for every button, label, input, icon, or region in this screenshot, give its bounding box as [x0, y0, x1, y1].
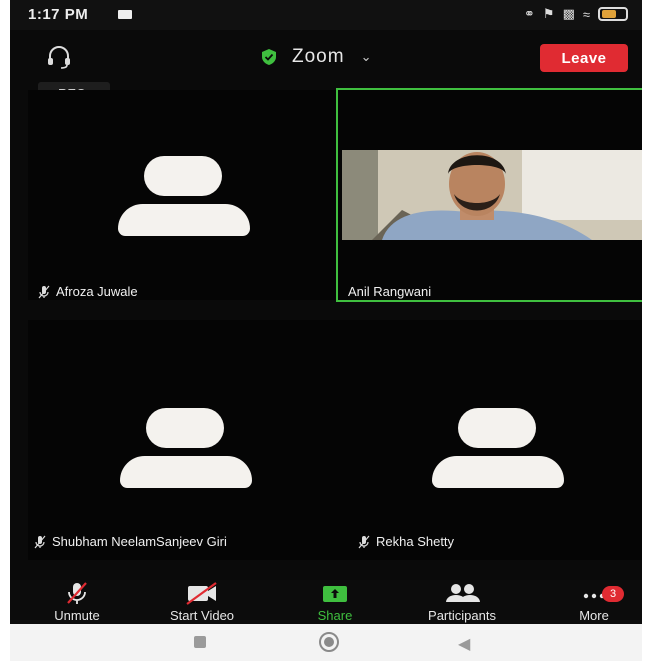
unmute-button[interactable]: Unmute: [40, 580, 114, 624]
meeting-top-bar: Zoom ⌄ Leave: [10, 30, 642, 82]
meeting-toolbar: Unmute Start Video Share Participants 3 …: [10, 580, 642, 624]
avatar-body-icon: [120, 456, 252, 488]
share-label: Share: [317, 608, 353, 623]
alarm-off-icon: ⚑: [542, 6, 555, 21]
participant-name-row: Afroza Juwale: [38, 284, 138, 299]
meeting-title-text: Zoom: [292, 46, 345, 67]
more-button[interactable]: 3 More: [558, 580, 630, 624]
avatar-head-icon: [146, 408, 224, 448]
avatar-head-icon: [458, 408, 536, 448]
mic-muted-icon: [358, 535, 370, 549]
meeting-title[interactable]: Zoom ⌄: [260, 46, 372, 68]
notification-badge: 3: [602, 586, 624, 602]
participants-icon: [442, 580, 482, 606]
mic-muted-icon: [34, 535, 46, 549]
participant-tile[interactable]: Afroza Juwale: [28, 90, 338, 300]
headphones-status-icon: ⚭: [524, 6, 535, 21]
avatar-body-icon: [432, 456, 564, 488]
leave-button[interactable]: Leave: [540, 44, 628, 72]
share-screen-icon: [321, 580, 349, 606]
unmute-label: Unmute: [54, 608, 100, 623]
share-button[interactable]: Share: [302, 580, 368, 624]
phone-screen: 1:17 PM ⚭ ⚑ ▩ ≈ Zoom ⌄ Leave Afroza Juwa…: [10, 0, 642, 661]
participant-name-row: Anil Rangwani: [348, 284, 431, 299]
start-video-label: Start Video: [169, 608, 235, 623]
shield-icon: [260, 48, 278, 66]
chevron-down-icon: ⌄: [360, 49, 373, 64]
participants-button[interactable]: Participants: [410, 580, 514, 624]
participant-name-row: Rekha Shetty: [358, 534, 454, 549]
audio-headset-icon[interactable]: [46, 44, 72, 70]
recent-apps-icon[interactable]: [194, 636, 206, 648]
mic-muted-icon: [38, 285, 50, 299]
participants-label: Participants: [428, 608, 496, 623]
participant-name: Afroza Juwale: [56, 284, 138, 299]
status-bar: 1:17 PM ⚭ ⚑ ▩ ≈: [10, 0, 642, 30]
camera-status-icon: [118, 10, 132, 19]
participant-tile[interactable]: Shubham NeelamSanjeev Giri: [28, 320, 338, 560]
participant-name: Rekha Shetty: [376, 534, 455, 549]
participant-video: [342, 150, 642, 240]
participant-tile-active[interactable]: Anil Rangwani: [336, 88, 642, 302]
more-label: More: [579, 608, 609, 623]
battery-icon: [598, 7, 628, 21]
status-time: 1:17 PM: [28, 6, 89, 23]
back-icon[interactable]: ◀: [458, 634, 470, 654]
participant-name-row: Shubham NeelamSanjeev Giri: [34, 534, 227, 549]
start-video-button[interactable]: Start Video: [154, 580, 250, 624]
microphone-muted-icon: [64, 580, 90, 606]
participant-name: Anil Rangwani: [348, 284, 432, 299]
participant-name: Shubham NeelamSanjeev Giri: [52, 534, 227, 549]
avatar-body-icon: [118, 204, 250, 236]
video-off-icon: [184, 580, 220, 606]
participant-tile[interactable]: Rekha Shetty: [336, 320, 642, 560]
signal-icon: ▩: [562, 6, 575, 21]
home-icon[interactable]: [319, 632, 339, 652]
system-navigation-bar: ◀: [10, 624, 642, 661]
avatar-head-icon: [144, 156, 222, 196]
status-icons: ⚭ ⚑ ▩ ≈: [524, 6, 628, 22]
wifi-icon: ≈: [582, 6, 590, 22]
